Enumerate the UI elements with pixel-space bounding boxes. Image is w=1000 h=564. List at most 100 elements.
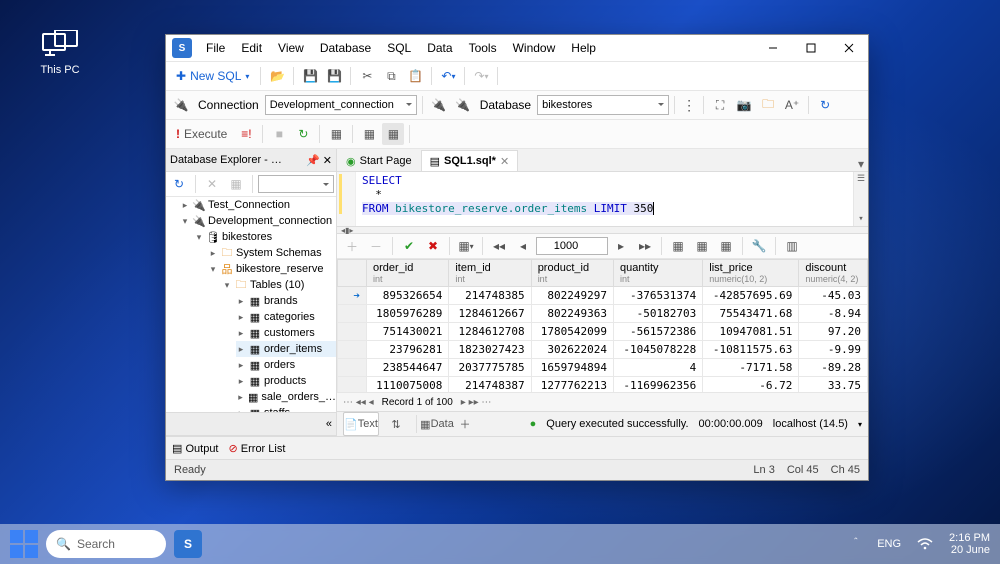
swap-view-button[interactable]: ⇅ <box>385 413 407 435</box>
cell[interactable]: -42857695.69 <box>703 287 799 305</box>
grid-view-1-icon[interactable]: ▦ <box>667 235 689 257</box>
cell[interactable]: -376531374 <box>614 287 703 305</box>
window-close-button[interactable] <box>830 35 868 61</box>
menu-dots-icon[interactable]: ⋮ <box>680 97 698 114</box>
database-dropdown[interactable]: bikestores <box>537 95 669 115</box>
cell[interactable]: 1780542099 <box>531 323 613 341</box>
grid-export-icon[interactable]: ▥ <box>781 235 803 257</box>
refresh-tree-button[interactable]: ↻ <box>168 173 190 195</box>
start-button[interactable] <box>10 530 38 558</box>
menu-view[interactable]: View <box>270 37 312 59</box>
cell[interactable]: 33.75 <box>799 377 868 393</box>
results-grid[interactable]: order_idintitem_idintproduct_idintquanti… <box>337 259 868 392</box>
cell[interactable]: 1277762213 <box>531 377 613 393</box>
cell[interactable]: -10811575.63 <box>703 341 799 359</box>
output-tab[interactable]: ▤ Output <box>172 442 219 455</box>
toolbar-folder-icon[interactable]: 🗀 <box>757 94 779 116</box>
tree-node[interactable]: bikestore_reserve <box>236 263 323 275</box>
tool-btn-b[interactable]: ▦ <box>382 123 404 145</box>
cell[interactable]: 802249363 <box>531 305 613 323</box>
cell[interactable]: 1284612708 <box>449 323 531 341</box>
horizontal-splitter[interactable]: ◂▮▸ <box>337 226 868 234</box>
new-sql-button[interactable]: ✚ New SQL ▾ <box>170 65 255 87</box>
sql-editor[interactable]: SELECT * FROM bikestore_reserve.order_it… <box>337 172 868 226</box>
grid-view-3-icon[interactable]: ▦ <box>715 235 737 257</box>
execute-list-button[interactable]: ≡! <box>235 123 257 145</box>
tree-node[interactable]: Test_Connection <box>208 199 290 211</box>
grid-tool-icon[interactable]: 🔧 <box>748 235 770 257</box>
menu-edit[interactable]: Edit <box>233 37 270 59</box>
tab-start-page[interactable]: ◉ Start Page <box>337 150 421 171</box>
column-header[interactable]: list_pricenumeric(10, 2) <box>703 260 799 287</box>
add-view-button[interactable]: ＋ <box>454 413 476 435</box>
tree-table-node[interactable]: ▸▦orders <box>236 357 336 373</box>
grid-del-button[interactable]: － <box>365 235 387 257</box>
refresh-button[interactable]: ↻ <box>814 94 836 116</box>
save-all-button[interactable]: 💾 <box>323 65 345 87</box>
cell[interactable]: 1805976289 <box>367 305 449 323</box>
tree-table-node[interactable]: ▸▦categories <box>236 309 336 325</box>
cell[interactable]: 23796281 <box>367 341 449 359</box>
menu-database[interactable]: Database <box>312 37 379 59</box>
tree-table-node[interactable]: ▸▦sale_orders_… <box>236 389 336 405</box>
cell[interactable]: -50182703 <box>614 305 703 323</box>
paginate-button[interactable]: ▦ <box>325 123 347 145</box>
nav-prev-button[interactable]: ◂ <box>512 235 534 257</box>
column-header[interactable]: product_idint <box>531 260 613 287</box>
grid-reject-button[interactable]: ✖ <box>422 235 444 257</box>
tree-table-node[interactable]: ▸▦brands <box>236 293 336 309</box>
taskbar-app-icon[interactable]: S <box>174 530 202 558</box>
nav-first-button[interactable]: ◂◂ <box>488 235 510 257</box>
column-header[interactable]: item_idint <box>449 260 531 287</box>
cell[interactable]: -7171.58 <box>703 359 799 377</box>
nav-next-button[interactable]: ▸ <box>610 235 632 257</box>
cell[interactable]: -1045078228 <box>614 341 703 359</box>
menu-sql[interactable]: SQL <box>379 37 419 59</box>
desktop-icon-this-pc[interactable]: This PC <box>30 30 90 76</box>
tree-table-node[interactable]: ▸▦products <box>236 373 336 389</box>
cell[interactable]: -8.94 <box>799 305 868 323</box>
undo-button[interactable]: ↶ ▾ <box>437 65 459 87</box>
table-row[interactable]: 237962811823027423302622024-1045078228-1… <box>338 341 868 359</box>
menu-tools[interactable]: Tools <box>461 37 505 59</box>
menu-file[interactable]: File <box>198 37 233 59</box>
cell[interactable]: -6.72 <box>703 377 799 393</box>
pin-icon[interactable]: 📌 <box>306 154 320 167</box>
cell[interactable]: 238544647 <box>367 359 449 377</box>
row-selector[interactable] <box>338 305 367 323</box>
cell[interactable]: 1823027423 <box>449 341 531 359</box>
cell[interactable]: 895326654 <box>367 287 449 305</box>
tray-chevron-icon[interactable]: ＾ <box>850 536 861 552</box>
grid-view-2-icon[interactable]: ▦ <box>691 235 713 257</box>
stop-button[interactable]: ■ <box>268 123 290 145</box>
cell[interactable]: -1169962356 <box>614 377 703 393</box>
cell[interactable]: 2037775785 <box>449 359 531 377</box>
cell[interactable]: 214748385 <box>449 287 531 305</box>
tree-node[interactable]: System Schemas <box>236 247 322 259</box>
tree-node[interactable]: Development_connection <box>208 215 332 227</box>
commit-button[interactable]: ↻ <box>292 123 314 145</box>
toolbar-icon-2[interactable]: 📷 <box>733 94 755 116</box>
tree-filter-dropdown[interactable] <box>258 175 334 193</box>
window-maximize-button[interactable] <box>792 35 830 61</box>
db-plug-icon[interactable]: 🔌 <box>452 94 474 116</box>
table-row[interactable]: ➔895326654214748385802249297-376531374-4… <box>338 287 868 305</box>
table-row[interactable]: 75143002112846127081780542099-5615723861… <box>338 323 868 341</box>
grid-add-button[interactable]: ＋ <box>341 235 363 257</box>
error-list-tab[interactable]: ⊘ Error List <box>229 442 286 455</box>
tree-table-node[interactable]: ▸▦customers <box>236 325 336 341</box>
data-view-button[interactable]: ▦ Data <box>426 413 448 435</box>
cell[interactable]: -9.99 <box>799 341 868 359</box>
grid-layout-icon[interactable]: ▦▾ <box>455 235 477 257</box>
cell[interactable]: 10947081.51 <box>703 323 799 341</box>
tabs-overflow-icon[interactable]: ▾ <box>854 157 868 171</box>
wifi-icon[interactable] <box>917 538 933 550</box>
tree-tool-button[interactable]: ▦ <box>225 173 247 195</box>
cell[interactable]: 97.20 <box>799 323 868 341</box>
nav-last-button[interactable]: ▸▸ <box>634 235 656 257</box>
open-folder-button[interactable]: 📂 <box>266 65 288 87</box>
tray-language[interactable]: ENG <box>877 538 901 550</box>
cell[interactable]: 1659794894 <box>531 359 613 377</box>
cell[interactable]: -561572386 <box>614 323 703 341</box>
column-header[interactable]: quantityint <box>614 260 703 287</box>
